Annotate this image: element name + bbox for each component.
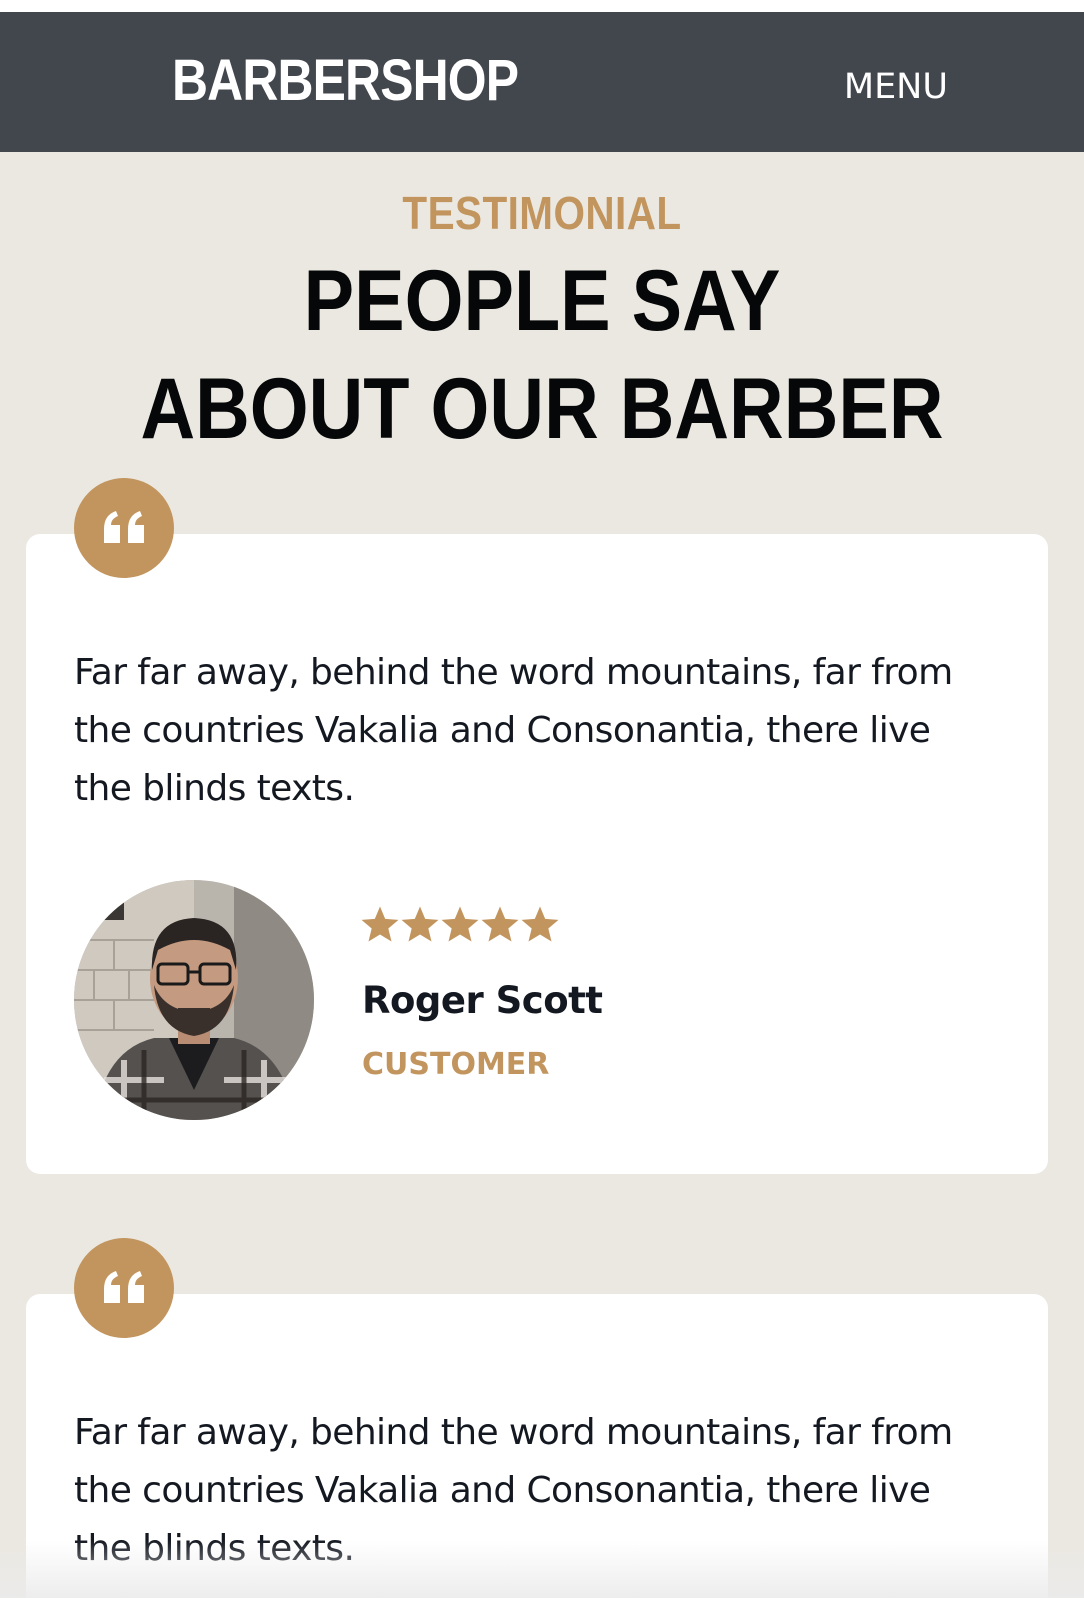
quote-left-icon	[104, 511, 144, 543]
quote-badge	[74, 478, 174, 578]
customer-name: Roger Scott	[362, 979, 603, 1022]
customer-role: CUSTOMER	[362, 1047, 550, 1082]
testimonial-quote: Far far away, behind the word mountains,…	[74, 652, 953, 809]
quote-left-icon	[104, 1271, 144, 1303]
section-eyebrow: TESTIMONIAL	[402, 187, 682, 239]
star-icon	[521, 906, 559, 942]
customer-photo	[74, 880, 314, 1120]
testimonial-quote: Far far away, behind the word mountains,…	[74, 1412, 953, 1569]
section-heading-line1: PEOPLE SAY	[303, 253, 781, 349]
status-strip	[0, 0, 1084, 12]
avatar	[74, 880, 314, 1120]
section-heading-line2: ABOUT OUR BARBER	[140, 361, 944, 457]
rating-stars	[360, 904, 560, 944]
quote-badge	[74, 1238, 174, 1338]
star-icon	[441, 906, 479, 942]
star-icon	[481, 906, 519, 942]
navbar: BARBERSHOP MENU	[0, 12, 1084, 152]
menu-button[interactable]: MENU	[844, 70, 948, 105]
star-icon	[401, 906, 439, 942]
brand-logo[interactable]: BARBERSHOP	[172, 52, 519, 110]
star-icon	[361, 906, 399, 942]
